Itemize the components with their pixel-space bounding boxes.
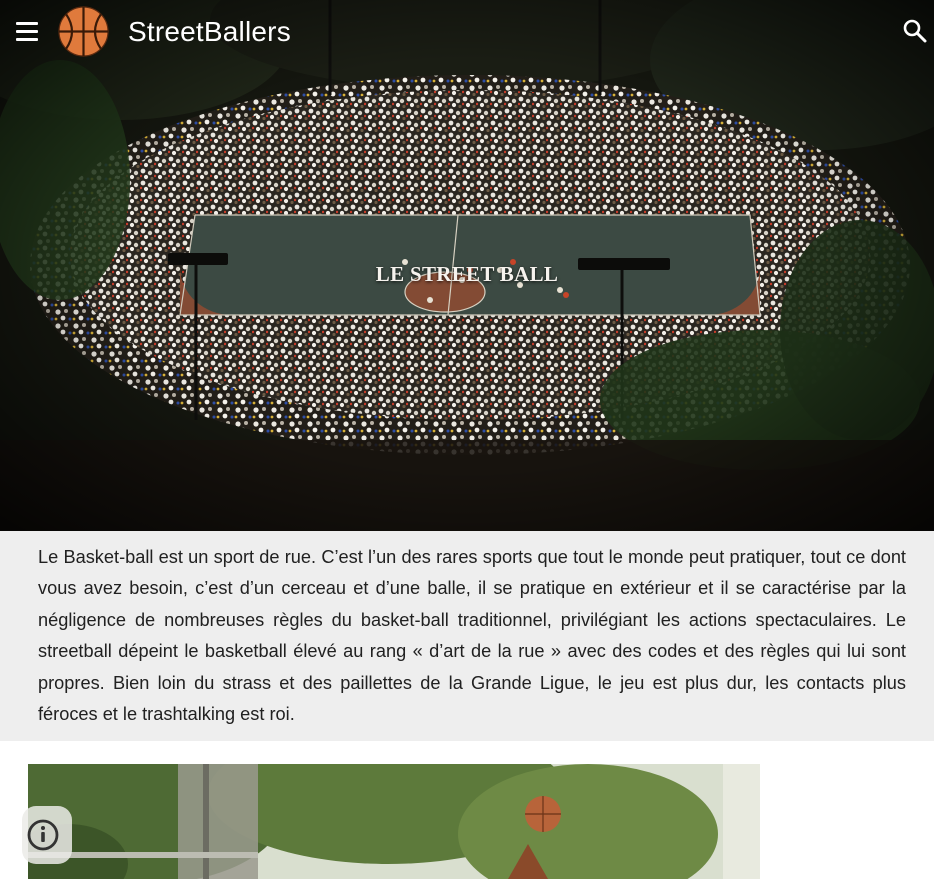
info-button[interactable] [22,806,72,864]
hero-title: LE STREET BALL [375,262,559,287]
intro-paragraph: Le Basket-ball est un sport de rue. C’es… [38,547,906,725]
info-icon [27,819,59,851]
intro-section: Le Basket-ball est un sport de rue. C’es… [0,531,934,741]
hero-banner: StreetBallers LE STREET BALL [0,0,934,531]
app-bar: StreetBallers [0,0,934,64]
search-icon[interactable] [902,18,928,44]
basketball-logo-icon[interactable] [58,6,109,57]
streetball-photo [28,764,760,879]
brand-title[interactable]: StreetBallers [128,14,291,50]
menu-icon[interactable] [14,20,40,44]
